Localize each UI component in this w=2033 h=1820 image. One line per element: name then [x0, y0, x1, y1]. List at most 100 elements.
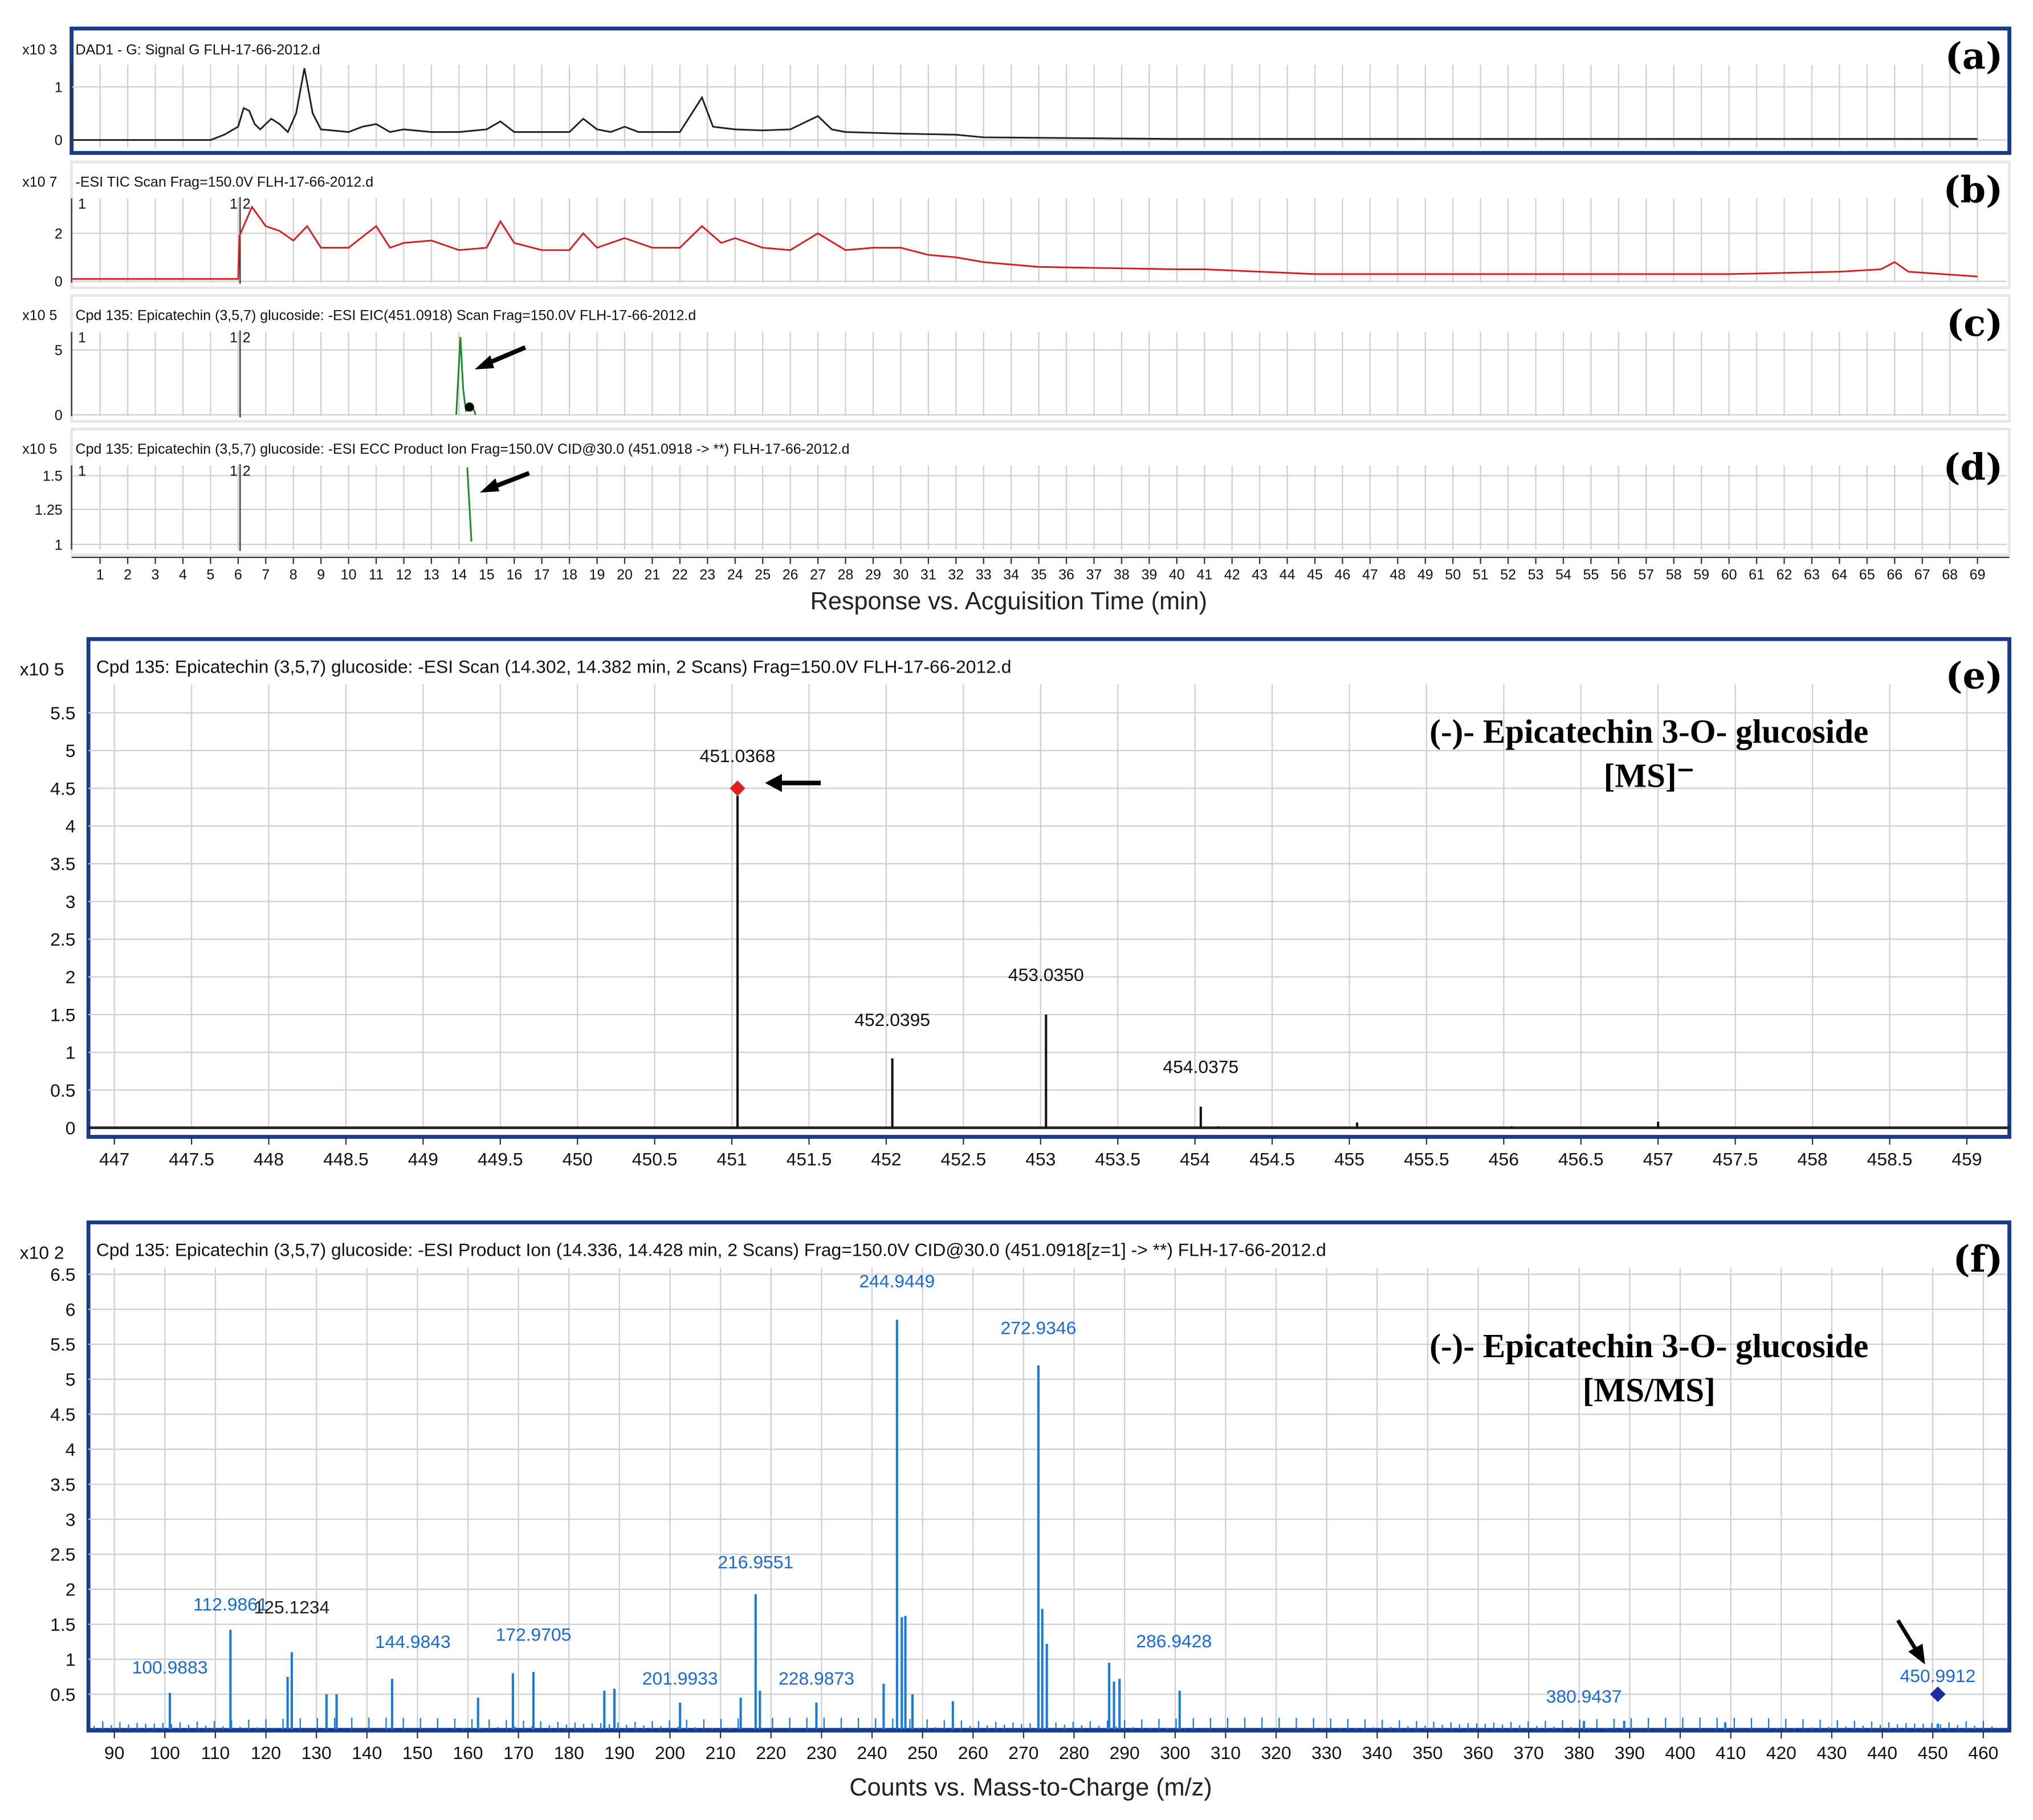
x-tick-label: 448 [254, 1149, 284, 1170]
x-tick-label: 9 [317, 567, 325, 583]
peak-label: 272.9346 [1001, 1318, 1077, 1338]
x-tick-label: 456.5 [1558, 1149, 1604, 1170]
segment-mark: 2 [243, 196, 251, 212]
chromatogram-panel-b: 0 2 x10 7 -ESI TIC Scan Frag=150.0V FLH-17-… [22, 161, 2011, 290]
y-tick-label: 0.5 [50, 1080, 75, 1101]
peak-label: 125.1234 [254, 1597, 330, 1617]
panel-title: Cpd 135: Epicatechin (3,5,7) glucoside: … [75, 441, 849, 457]
x-tick-label: 7 [262, 567, 270, 583]
figure: 0 1 x10 3 DAD1 - G: Signal G FLH-17-66-2012… [20, 26, 2011, 1801]
y-tick-label: 1 [66, 1043, 76, 1063]
x-tick-label: 67 [1914, 567, 1930, 583]
x-tick-label: 270 [1008, 1742, 1038, 1763]
x-tick-label: 65 [1859, 567, 1875, 583]
segment-mark: 2 [243, 463, 251, 479]
x-tick-label: 210 [706, 1742, 736, 1763]
x-tick-label: 100 [150, 1742, 180, 1763]
x-tick-label: 26 [783, 567, 798, 583]
x-tick-label: 14 [451, 567, 467, 583]
panel-label: (d) [1943, 446, 2003, 488]
x-tick-label: 51 [1473, 567, 1489, 583]
y-tick-label: 4.5 [50, 1404, 75, 1425]
panel-label: (a) [1945, 35, 2003, 78]
y-tick-label: 1.25 [35, 502, 63, 518]
panel-title: DAD1 - G: Signal G FLH-17-66-2012.d [75, 42, 320, 58]
y-tick-label: 1 [66, 1649, 76, 1670]
panel-title: Cpd 135: Epicatechin (3,5,7) glucoside: … [96, 656, 1012, 677]
peak-label: 451.0368 [700, 746, 776, 766]
x-tick-label: 457.5 [1713, 1149, 1758, 1170]
x-tick-label: 46 [1335, 567, 1351, 583]
x-tick-label: 62 [1777, 567, 1792, 583]
y-tick-label: 3 [66, 1509, 76, 1530]
x-tick-label: 30 [893, 567, 909, 583]
y-tick-label: 5.5 [50, 703, 75, 723]
x-tick-label: 390 [1615, 1742, 1645, 1763]
x-tick-label: 20 [617, 567, 633, 583]
y-tick-label: 4 [66, 816, 76, 837]
x-tick-label: 10 [341, 567, 357, 583]
segment-mark: 1 [230, 463, 238, 479]
x-tick-label: 38 [1114, 567, 1130, 583]
x-tick-label: 44 [1280, 567, 1295, 583]
peak-label: 228.9873 [779, 1668, 854, 1688]
x-tick-label: 43 [1252, 567, 1268, 583]
x-tick-label: 180 [554, 1742, 584, 1763]
x-tick-label: 280 [1059, 1742, 1089, 1763]
x-tick-label: 69 [1970, 567, 1986, 583]
segment-mark: 1 [230, 329, 238, 345]
y-tick-label: 6 [66, 1299, 76, 1320]
x-tick-label: 320 [1261, 1742, 1291, 1763]
x-tick-label: 220 [756, 1742, 786, 1763]
x-tick-label: 40 [1169, 567, 1185, 583]
x-tick-label: 454.5 [1249, 1149, 1295, 1170]
y-tick-label: 2.5 [50, 929, 75, 950]
x-tick-label: 3 [152, 567, 160, 583]
compound-annotation: (-)- Epicatechin 3-O- glucoside [1429, 712, 1868, 750]
y-tick-label: 5 [66, 1369, 76, 1390]
x-tick-label: 370 [1514, 1742, 1544, 1763]
x-tick-label: 57 [1638, 567, 1654, 583]
x-tick-label: 28 [838, 567, 854, 583]
x-tick-label: 19 [589, 567, 605, 583]
x-tick-label: 59 [1693, 567, 1709, 583]
x-tick-label: 47 [1362, 567, 1378, 583]
x-tick-label: 68 [1942, 567, 1958, 583]
x-tick-label: 29 [865, 567, 881, 583]
x-tick-label: 160 [453, 1742, 483, 1763]
y-tick-label: 5 [66, 740, 76, 761]
y-multiplier: x10 2 [20, 1242, 64, 1263]
x-tick-label: 22 [672, 567, 688, 583]
peak-label: 201.9933 [642, 1668, 718, 1688]
panel-frame [86, 1220, 2011, 1733]
y-tick-label: 2 [66, 967, 76, 987]
x-tick-label: 36 [1058, 567, 1074, 583]
peak-label: 216.9551 [718, 1552, 793, 1572]
x-tick-label: 48 [1390, 567, 1405, 583]
y-tick-label: 3 [66, 891, 76, 912]
y-tick-label: 3.5 [50, 1474, 75, 1495]
x-tick-label: 15 [479, 567, 495, 583]
x-tick-label: 449 [408, 1149, 438, 1170]
panel-label: (f) [1953, 1238, 2003, 1281]
x-tick-label: 49 [1417, 567, 1433, 583]
x-tick-label: 4 [179, 567, 187, 583]
y-tick-label: 5.5 [50, 1334, 75, 1355]
x-tick-label: 190 [604, 1742, 634, 1763]
x-tick-label: 170 [503, 1742, 533, 1763]
y-tick-label: 3.5 [50, 854, 75, 874]
x-tick-label: 350 [1412, 1742, 1443, 1763]
x-tick-label: 50 [1445, 567, 1461, 583]
x-tick-label: 250 [907, 1742, 938, 1763]
x-tick-label: 24 [727, 567, 743, 583]
y-tick-label: 1.5 [43, 469, 63, 484]
x-tick-label: 61 [1749, 567, 1765, 583]
peak-marker [465, 402, 474, 412]
x-tick-label: 55 [1583, 567, 1599, 583]
y-tick-label: 2 [55, 226, 63, 242]
chromatogram-panel-d: 1 1.25 1.5 x10 5 Cpd 135: Epicatechin (3,5,7… [22, 427, 2011, 556]
y-tick-label: 2 [66, 1579, 76, 1600]
y-multiplier: x10 5 [22, 441, 57, 457]
x-tick-label: 6 [234, 567, 242, 583]
x-tick-label: 90 [104, 1742, 124, 1763]
